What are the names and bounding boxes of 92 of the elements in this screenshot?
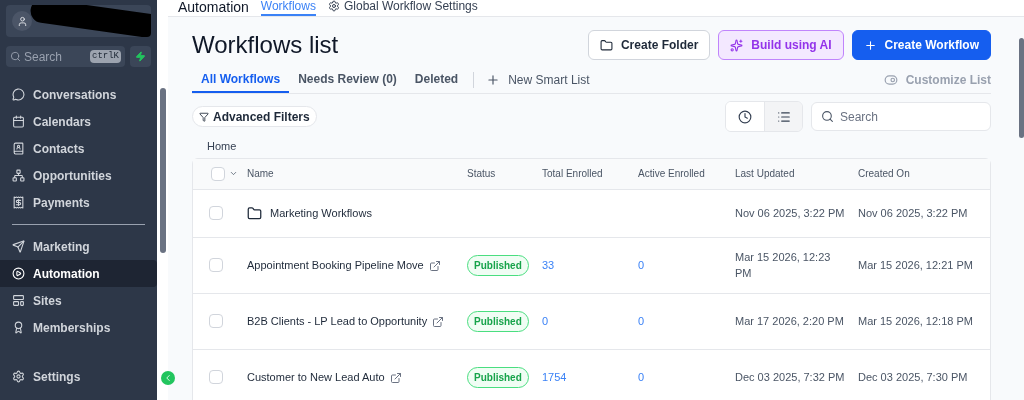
- column-header: Active Enrolled: [638, 167, 705, 181]
- nav-item[interactable]: Contacts: [0, 135, 157, 162]
- checkbox[interactable]: [209, 370, 223, 384]
- calendar-icon: [12, 115, 25, 128]
- external-link-icon: [389, 372, 402, 385]
- checkbox[interactable]: [211, 166, 225, 181]
- collapse-button[interactable]: [161, 371, 175, 385]
- list-icon: [776, 109, 791, 124]
- send-icon: [12, 240, 25, 253]
- avatar-icon: [12, 11, 32, 31]
- table-cell-text: Mar 15 2026, 12:21 PM: [858, 257, 974, 273]
- action-button[interactable]: Create Folder: [587, 30, 711, 60]
- folder-name[interactable]: Marketing Workflows: [270, 204, 372, 222]
- list-tab[interactable]: Needs Review (0): [289, 67, 406, 93]
- lightning-icon: [135, 51, 146, 62]
- award-icon: [12, 321, 25, 334]
- plus-icon: [863, 38, 877, 52]
- search-icon: [10, 51, 21, 62]
- table-cell-text: Mar 17 2026, 2:20 PM: [735, 313, 845, 329]
- table-cell-text: Nov 06 2025, 3:22 PM: [735, 205, 846, 221]
- workflow-name[interactable]: Customer to New Lead Auto: [247, 371, 385, 383]
- enrolled-count[interactable]: 0: [542, 314, 549, 327]
- contacts-icon: [12, 142, 25, 155]
- column-header: Total Enrolled: [542, 167, 603, 181]
- view-toggle-button[interactable]: [726, 102, 764, 131]
- nav-item[interactable]: Settings: [0, 363, 157, 390]
- action-button[interactable]: Build using AI: [718, 30, 844, 60]
- chevron-left-icon: [163, 373, 173, 383]
- nav-item[interactable]: Marketing: [0, 233, 157, 260]
- account-card[interactable]: [6, 5, 151, 37]
- enrolled-count[interactable]: 1754: [542, 370, 567, 383]
- section-title: Automation: [178, 0, 249, 16]
- scrollbar[interactable]: [1018, 38, 1024, 138]
- breadcrumb[interactable]: Home: [207, 138, 237, 155]
- action-button[interactable]: Create Workflow: [851, 30, 991, 60]
- caret-icon: [229, 169, 238, 178]
- enrolled-count[interactable]: 33: [542, 258, 555, 271]
- settings-icon: [327, 0, 340, 12]
- workflow-name[interactable]: Appointment Booking Pipeline Move: [247, 259, 424, 271]
- chat-icon: [12, 88, 25, 101]
- filter-icon: [199, 111, 209, 122]
- column-header: Created On: [858, 167, 910, 181]
- active-count[interactable]: 0: [638, 370, 645, 383]
- toggle-icon: [883, 73, 898, 87]
- new-smart-list-button[interactable]: New Smart List: [480, 71, 596, 89]
- external-link-icon: [428, 260, 441, 273]
- external-link-icon: [432, 316, 445, 329]
- active-count[interactable]: 0: [638, 314, 645, 327]
- nav-item[interactable]: Sites: [0, 287, 157, 314]
- list-tab[interactable]: All Workflows: [192, 67, 290, 93]
- column-header: Last Updated: [735, 167, 795, 181]
- clock-icon: [738, 109, 752, 124]
- settings-icon: [12, 370, 25, 383]
- advanced-filters-button[interactable]: Advanced Filters: [192, 106, 317, 127]
- table-cell-text: Mar 15 2026, 12:18 PM: [858, 313, 974, 329]
- status-badge: Published: [467, 310, 529, 332]
- sparkles-icon: [730, 38, 744, 52]
- status-badge: Published: [467, 254, 529, 276]
- network-icon: [12, 169, 25, 182]
- header-tab[interactable]: Workflows: [260, 0, 316, 16]
- header-tab[interactable]: Global Workflow Settings: [327, 0, 478, 16]
- nav-item[interactable]: Conversations: [0, 81, 157, 108]
- column-header: Name: [247, 167, 274, 181]
- table-cell-text: Nov 06 2025, 3:22 PM: [858, 205, 969, 221]
- active-count[interactable]: 0: [638, 258, 645, 271]
- page-title: Workflows list: [192, 30, 339, 60]
- nav-item[interactable]: Opportunities: [0, 162, 157, 189]
- receipt-icon: [12, 196, 25, 209]
- folder-icon: [599, 38, 613, 52]
- plus-icon: [486, 73, 501, 87]
- table-cell-text: Mar 15 2026, 12:23 PM: [735, 249, 832, 281]
- workflow-name[interactable]: B2B Clients - LP Lead to Opportunity: [247, 315, 428, 327]
- table-cell-text: Dec 03 2025, 7:32 PM: [735, 369, 846, 385]
- nav-item[interactable]: Calendars: [0, 108, 157, 135]
- play-icon: [12, 267, 25, 280]
- quick-action-button[interactable]: [130, 46, 151, 67]
- table-cell-text: Dec 03 2025, 7:30 PM: [858, 369, 969, 385]
- checkbox[interactable]: [209, 206, 223, 220]
- scrollbar[interactable]: [159, 88, 166, 253]
- folder-icon: [247, 205, 262, 221]
- nav-item[interactable]: Automation: [0, 260, 157, 287]
- view-toggle-button[interactable]: [764, 102, 802, 131]
- checkbox[interactable]: [209, 314, 223, 328]
- nav-item[interactable]: Payments: [0, 189, 157, 216]
- checkbox[interactable]: [209, 258, 223, 272]
- list-tab[interactable]: Deleted: [405, 67, 468, 93]
- status-badge: Published: [467, 366, 529, 388]
- search-field[interactable]: Search: [811, 102, 991, 131]
- layout-icon: [12, 294, 25, 307]
- search-icon: [821, 110, 834, 123]
- column-header: Status: [467, 167, 496, 181]
- nav-item[interactable]: Memberships: [0, 314, 157, 341]
